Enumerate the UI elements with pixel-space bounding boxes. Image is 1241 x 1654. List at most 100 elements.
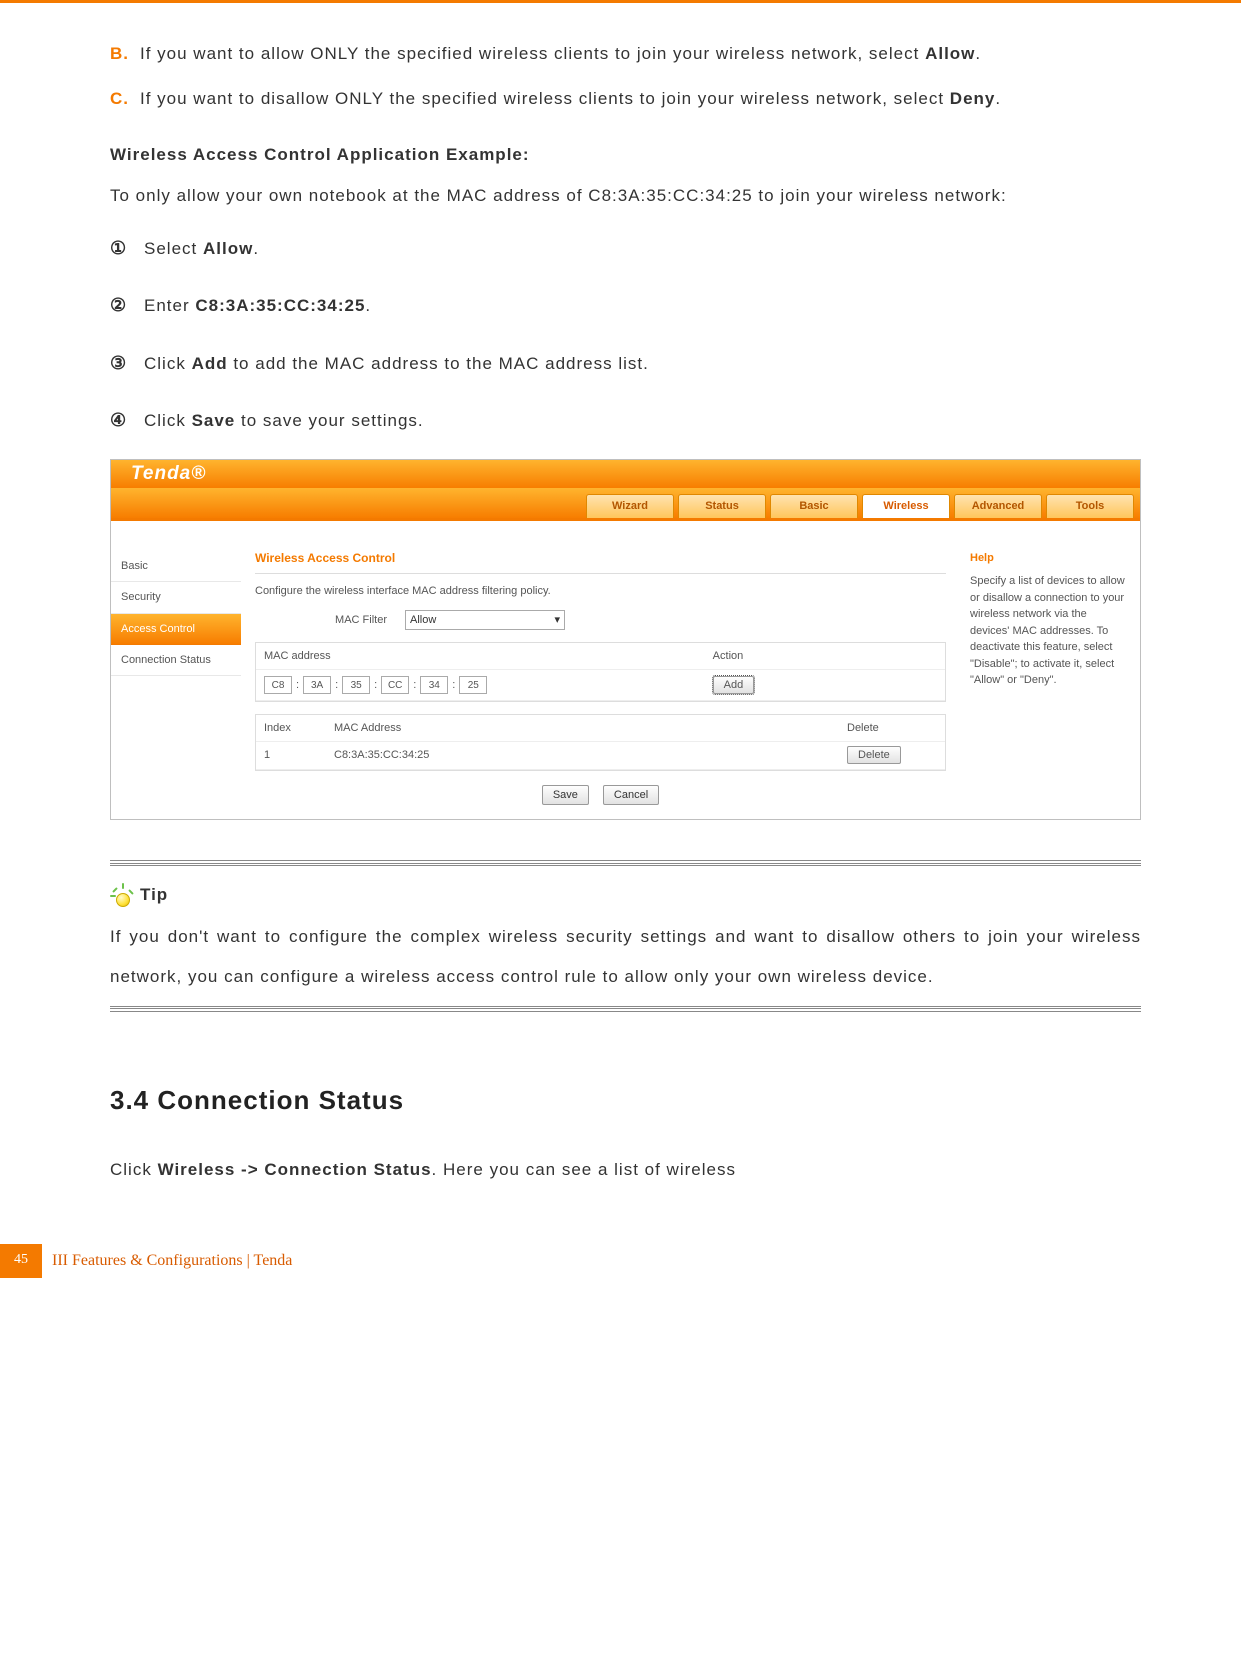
text-b-pre: If you want to allow ONLY the specified … bbox=[140, 44, 925, 63]
mac-octet-5[interactable]: 34 bbox=[420, 676, 448, 694]
page-content: B. If you want to allow ONLY the specifi… bbox=[0, 3, 1241, 1204]
tab-tools[interactable]: Tools bbox=[1046, 494, 1134, 518]
colon-sep: : bbox=[452, 678, 455, 692]
ss-main-panel: Wireless Access Control Configure the wi… bbox=[241, 521, 960, 819]
marker-c: C. bbox=[110, 80, 140, 117]
step-2-marker: ② bbox=[110, 286, 144, 326]
text-b-bold: Allow bbox=[925, 44, 975, 63]
step-4: ④ Click Save to save your settings. bbox=[110, 401, 1141, 441]
list-item-b: B. If you want to allow ONLY the specifi… bbox=[110, 35, 1141, 72]
index-header: Index bbox=[264, 721, 334, 735]
mac-table-header: MAC address Action bbox=[256, 643, 945, 670]
tip-label: Tip bbox=[140, 876, 168, 913]
mac-filter-value: Allow bbox=[410, 613, 436, 627]
sec-pre: Click bbox=[110, 1160, 158, 1179]
step-2-text: Enter C8:3A:35:CC:34:25. bbox=[144, 287, 1141, 324]
text-b-post: . bbox=[975, 44, 981, 63]
chevron-down-icon: ▾ bbox=[554, 613, 560, 627]
s3-post: to add the MAC address to the MAC addres… bbox=[228, 354, 649, 373]
s2-pre: Enter bbox=[144, 296, 195, 315]
s1-post: . bbox=[253, 239, 259, 258]
text-c-pre: If you want to disallow ONLY the specifi… bbox=[140, 89, 950, 108]
footer-text: III Features & Configurations | Tenda bbox=[42, 1244, 302, 1278]
tenda-logo: Tenda® bbox=[131, 462, 206, 487]
mac-list-row-1: 1 C8:3A:35:CC:34:25 Delete bbox=[256, 742, 945, 769]
marker-b: B. bbox=[110, 35, 140, 72]
ss-header-bar: Tenda® bbox=[111, 460, 1140, 488]
save-button[interactable]: Save bbox=[542, 785, 589, 805]
panel-desc: Configure the wireless interface MAC add… bbox=[255, 584, 946, 598]
s4-bold: Save bbox=[192, 411, 236, 430]
action-header: Action bbox=[713, 649, 937, 663]
mac-inputs: C8: 3A: 35: CC: 34: 25 bbox=[264, 676, 713, 694]
mac-list-table: Index MAC Address Delete 1 C8:3A:35:CC:3… bbox=[255, 714, 946, 771]
step-1: ① Select Allow. bbox=[110, 229, 1141, 269]
ss-sidebar: Basic Security Access Control Connection… bbox=[111, 521, 241, 819]
mac-input-row: C8: 3A: 35: CC: 34: 25 Add bbox=[256, 670, 945, 701]
text-c-bold: Deny bbox=[950, 89, 996, 108]
mac-address-header: MAC address bbox=[264, 649, 713, 663]
macaddr-header: MAC Address bbox=[334, 721, 847, 735]
row1-index: 1 bbox=[264, 748, 334, 762]
sec-bold: Wireless -> Connection Status bbox=[158, 1160, 432, 1179]
row1-delete-cell: Delete bbox=[847, 748, 937, 762]
add-button[interactable]: Add bbox=[713, 676, 755, 694]
cancel-button[interactable]: Cancel bbox=[603, 785, 659, 805]
section-heading: 3.4 Connection Status bbox=[110, 1072, 1141, 1129]
mac-filter-select[interactable]: Allow ▾ bbox=[405, 610, 565, 630]
colon-sep: : bbox=[413, 678, 416, 692]
s3-bold: Add bbox=[192, 354, 228, 373]
ss-body: Basic Security Access Control Connection… bbox=[111, 521, 1140, 819]
example-heading: Wireless Access Control Application Exam… bbox=[110, 136, 1141, 173]
page-footer: 45 III Features & Configurations | Tenda bbox=[0, 1244, 1241, 1278]
mac-octet-2[interactable]: 3A bbox=[303, 676, 331, 694]
s4-post: to save your settings. bbox=[235, 411, 423, 430]
mac-list-header: Index MAC Address Delete bbox=[256, 715, 945, 742]
help-panel: Help Specify a list of devices to allow … bbox=[960, 521, 1140, 819]
lightbulb-icon bbox=[110, 885, 136, 913]
sidebar-item-connection-status[interactable]: Connection Status bbox=[111, 645, 241, 676]
step-4-marker: ④ bbox=[110, 401, 144, 441]
mac-octet-1[interactable]: C8 bbox=[264, 676, 292, 694]
mac-filter-label: MAC Filter bbox=[255, 613, 405, 627]
step-3-marker: ③ bbox=[110, 344, 144, 384]
s2-post: . bbox=[365, 296, 371, 315]
sidebar-item-access-control[interactable]: Access Control bbox=[111, 614, 241, 645]
ss-top-tabs: Wizard Status Basic Wireless Advanced To… bbox=[111, 488, 1140, 518]
s1-bold: Allow bbox=[203, 239, 253, 258]
mac-octet-3[interactable]: 35 bbox=[342, 676, 370, 694]
sidebar-item-basic[interactable]: Basic bbox=[111, 551, 241, 582]
sec-post: . Here you can see a list of wireless bbox=[432, 1160, 736, 1179]
s2-bold: C8:3A:35:CC:34:25 bbox=[195, 296, 365, 315]
step-1-text: Select Allow. bbox=[144, 230, 1141, 267]
step-1-marker: ① bbox=[110, 229, 144, 269]
action-cell: Add bbox=[713, 678, 937, 692]
embedded-screenshot: Tenda® Wizard Status Basic Wireless Adva… bbox=[110, 459, 1141, 820]
s1-pre: Select bbox=[144, 239, 203, 258]
tab-basic[interactable]: Basic bbox=[770, 494, 858, 518]
step-3: ③ Click Add to add the MAC address to th… bbox=[110, 344, 1141, 384]
text-c: If you want to disallow ONLY the specifi… bbox=[140, 80, 1141, 117]
mac-input-table: MAC address Action C8: 3A: 35: CC: 34: 2… bbox=[255, 642, 946, 702]
page-number: 45 bbox=[0, 1244, 42, 1278]
tab-wireless[interactable]: Wireless bbox=[862, 494, 950, 518]
step-2: ② Enter C8:3A:35:CC:34:25. bbox=[110, 286, 1141, 326]
tip-divider-top bbox=[110, 860, 1141, 866]
section-paragraph: Click Wireless -> Connection Status. Her… bbox=[110, 1151, 1141, 1188]
colon-sep: : bbox=[335, 678, 338, 692]
step-4-text: Click Save to save your settings. bbox=[144, 402, 1141, 439]
mac-octet-6[interactable]: 25 bbox=[459, 676, 487, 694]
row1-mac: C8:3A:35:CC:34:25 bbox=[334, 748, 847, 762]
panel-title: Wireless Access Control bbox=[255, 551, 946, 574]
list-item-c: C. If you want to disallow ONLY the spec… bbox=[110, 80, 1141, 117]
delete-header: Delete bbox=[847, 721, 937, 735]
text-b: If you want to allow ONLY the specified … bbox=[140, 35, 1141, 72]
tab-wizard[interactable]: Wizard bbox=[586, 494, 674, 518]
tab-advanced[interactable]: Advanced bbox=[954, 494, 1042, 518]
mac-filter-row: MAC Filter Allow ▾ bbox=[255, 610, 946, 630]
delete-button[interactable]: Delete bbox=[847, 746, 901, 764]
sidebar-item-security[interactable]: Security bbox=[111, 582, 241, 613]
s3-pre: Click bbox=[144, 354, 192, 373]
tab-status[interactable]: Status bbox=[678, 494, 766, 518]
mac-octet-4[interactable]: CC bbox=[381, 676, 409, 694]
